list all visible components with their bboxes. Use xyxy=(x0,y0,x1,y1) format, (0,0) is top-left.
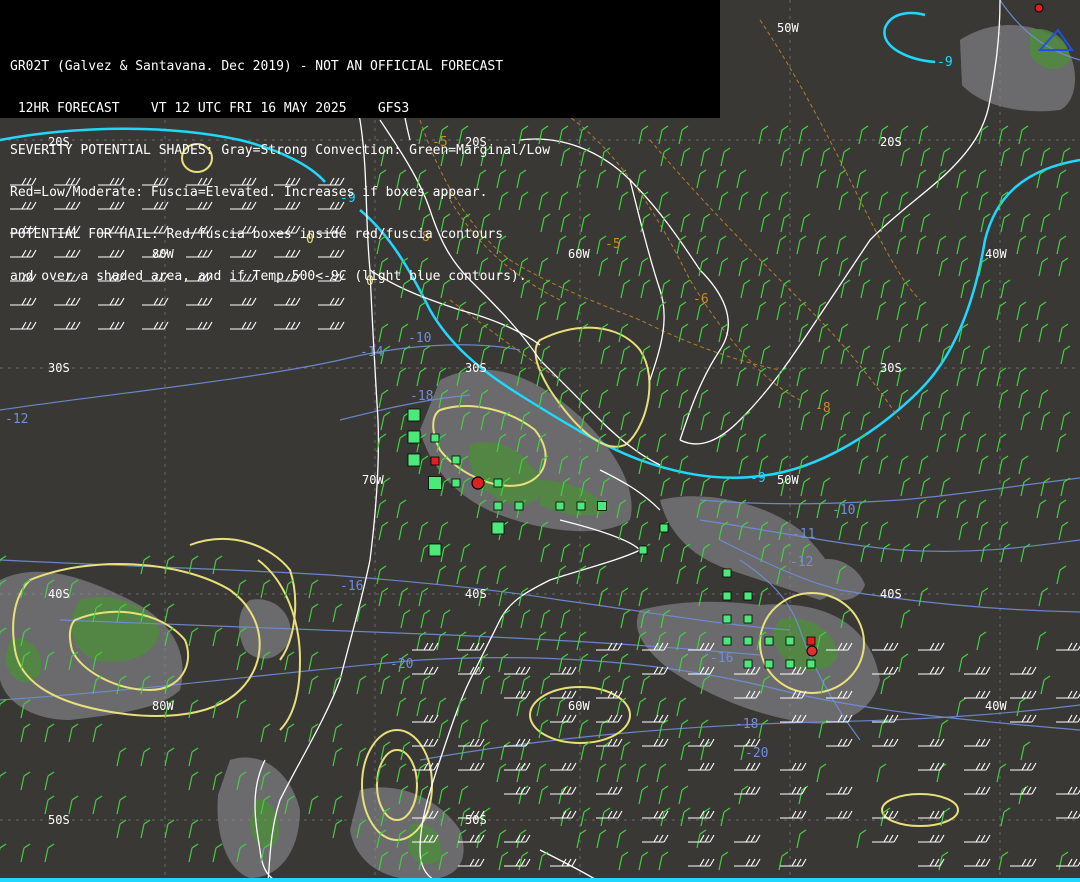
severity-box xyxy=(576,501,586,511)
severity-box xyxy=(514,501,524,511)
severity-box xyxy=(743,591,753,601)
lat-label: 30S xyxy=(48,361,70,375)
severity-box xyxy=(638,545,648,555)
temp-label: -10 xyxy=(832,503,855,518)
severity-box xyxy=(428,476,442,490)
lon-label: 40W xyxy=(985,247,1007,261)
severity-box xyxy=(491,521,505,535)
severity-box xyxy=(764,636,774,646)
severity-box xyxy=(743,636,753,646)
severity-box xyxy=(451,455,461,465)
header-line: GR02T (Galvez & Santavana. Dec 2019) - N… xyxy=(10,59,504,74)
temp-label: -14 xyxy=(360,345,384,360)
temp-label: -16 xyxy=(710,651,733,666)
severity-box xyxy=(743,614,753,624)
severity-box xyxy=(722,591,732,601)
severity-box xyxy=(597,501,607,511)
temp-label: -20 xyxy=(390,657,413,672)
lat-label: 50S xyxy=(465,813,487,827)
severity-box xyxy=(764,659,774,669)
lon-label: 50W xyxy=(777,473,799,487)
lat-label: 40S xyxy=(880,587,902,601)
hail-marker xyxy=(471,476,485,490)
severity-box xyxy=(722,636,732,646)
severity-box xyxy=(493,478,503,488)
header-line: and over a shaded area, and if Temp 500<… xyxy=(10,269,527,284)
header-line: SEVERITY POTENTIAL SHADES: Gray=Strong C… xyxy=(10,143,551,158)
temp-label: -16 xyxy=(340,579,363,594)
lon-label: 80W xyxy=(152,699,174,713)
lat-label: 40S xyxy=(465,587,487,601)
temp-label: -18 xyxy=(410,389,433,404)
bottom-border xyxy=(0,878,1080,882)
severity-box xyxy=(430,456,440,466)
severity-box xyxy=(722,568,732,578)
severity-box xyxy=(428,543,442,557)
temp-label: -11 xyxy=(792,527,815,542)
severity-box xyxy=(806,659,816,669)
lon-label: 60W xyxy=(568,699,590,713)
severity-box xyxy=(407,430,421,444)
temp-label: -9 xyxy=(750,471,766,486)
temp-label: -20 xyxy=(745,746,768,761)
severity-box xyxy=(785,636,795,646)
lon-label: 50W xyxy=(777,21,799,35)
lon-label: 40W xyxy=(985,699,1007,713)
hail-marker xyxy=(1034,3,1044,13)
severity-box xyxy=(407,453,421,467)
header-line: POTENTIAL FOR HAIL: Red/fuscia boxes ins… xyxy=(10,227,504,242)
temp-label: -8 xyxy=(815,401,831,416)
severity-box xyxy=(785,659,795,669)
severity-box xyxy=(451,478,461,488)
hail-marker xyxy=(806,645,818,657)
temp-label: -10 xyxy=(408,331,431,346)
lat-label: 30S xyxy=(880,361,902,375)
temp-label: -18 xyxy=(735,717,758,732)
temp-label: -12 xyxy=(790,555,813,570)
weather-map: 20S 20S 20S 30S 30S 30S 40S 40S 40S 50S … xyxy=(0,0,1080,882)
header-line: Red=Low/Moderate: Fuscia=Elevated. Incre… xyxy=(10,185,488,200)
severity-box xyxy=(806,636,816,646)
severity-box xyxy=(555,501,565,511)
lat-label: 40S xyxy=(48,587,70,601)
temp-label: -12 xyxy=(5,412,28,427)
lat-label: 50S xyxy=(48,813,70,827)
temp-label: -9 xyxy=(937,55,953,70)
severity-box xyxy=(493,501,503,511)
severity-box xyxy=(659,523,669,533)
forecast-header: GR02T (Galvez & Santavana. Dec 2019) - N… xyxy=(0,0,720,284)
lat-label: 30S xyxy=(465,361,487,375)
header-line: 12HR FORECAST VT 12 UTC FRI 16 MAY 2025 … xyxy=(10,101,410,116)
severity-box xyxy=(430,433,440,443)
severity-box xyxy=(722,614,732,624)
lon-label: 70W xyxy=(362,473,384,487)
lat-label: 20S xyxy=(880,135,902,149)
severity-box xyxy=(743,659,753,669)
severity-box xyxy=(407,408,421,422)
